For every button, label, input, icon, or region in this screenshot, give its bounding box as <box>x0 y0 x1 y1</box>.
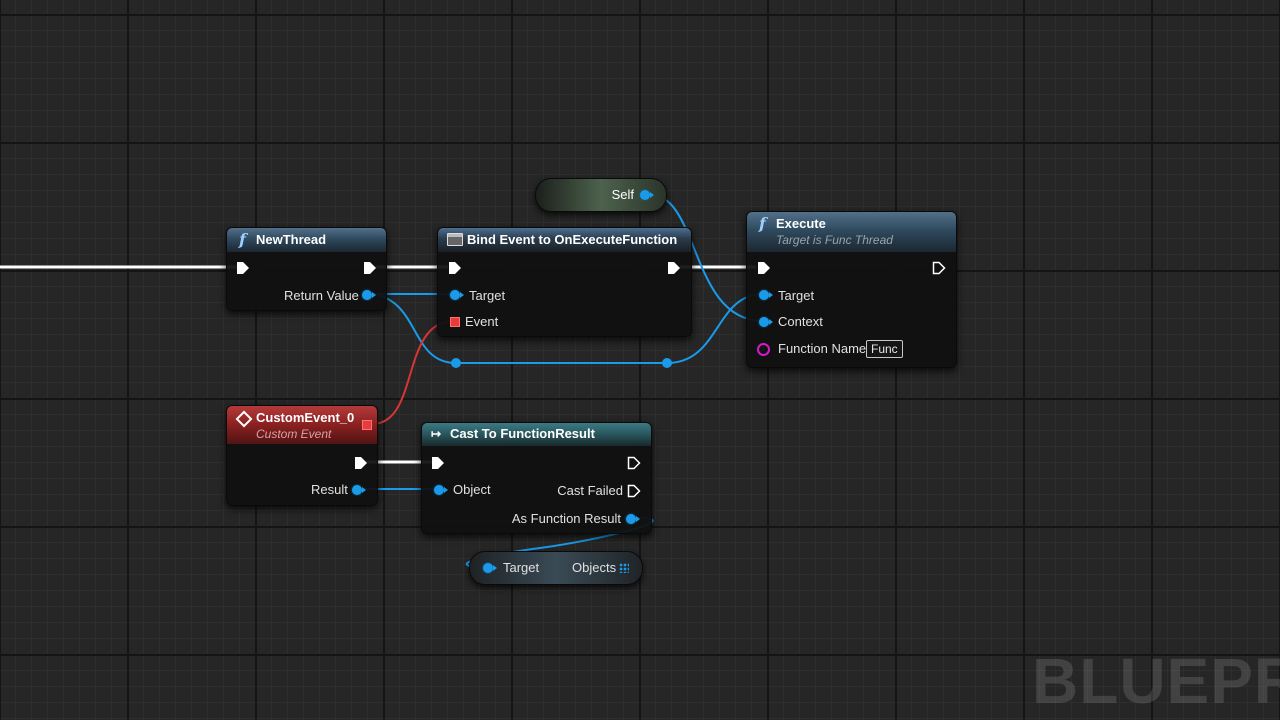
function-icon: f <box>759 214 766 233</box>
object-pin[interactable] <box>434 485 448 495</box>
exec-out-pin[interactable] <box>667 261 681 275</box>
function-icon: f <box>239 230 246 249</box>
function-name-pin[interactable] <box>757 343 770 356</box>
result-pin[interactable] <box>352 485 366 495</box>
return-value-pin[interactable] <box>362 290 376 300</box>
reroute-node <box>662 358 672 368</box>
exec-in-pin[interactable] <box>431 456 445 470</box>
target-label: Target <box>778 288 815 303</box>
exec-out-pin[interactable] <box>354 456 368 470</box>
exec-in-pin[interactable] <box>757 261 771 275</box>
custom-event-title: CustomEvent_0 <box>256 410 355 425</box>
object-label: Object <box>453 482 491 497</box>
exec-in-pin[interactable] <box>448 261 462 275</box>
exec-in-pin[interactable] <box>236 261 250 275</box>
target-pin[interactable] <box>483 563 497 573</box>
exec-out-pin[interactable] <box>932 261 946 275</box>
reroute-node <box>451 358 461 368</box>
cast-node[interactable]: ↦ Cast To FunctionResult Object Cast Fai… <box>421 422 652 534</box>
context-pin[interactable] <box>759 317 773 327</box>
result-label: Result <box>311 482 348 497</box>
get-objects-node[interactable]: Target Objects <box>469 551 643 585</box>
target-pin[interactable] <box>759 290 773 300</box>
custom-event-node[interactable]: CustomEvent_0 Custom Event Result <box>226 405 378 506</box>
delegate-output-pin[interactable] <box>362 420 372 430</box>
cast-failed-label: Cast Failed <box>557 483 623 498</box>
blueprint-watermark: BLUEPRIN <box>1032 645 1280 717</box>
execute-node[interactable]: f Execute Target is Func Thread Target C… <box>746 211 957 368</box>
self-output-pin[interactable] <box>640 190 654 200</box>
newthread-node[interactable]: f NewThread Return Value <box>226 227 387 311</box>
cast-title: Cast To FunctionResult <box>450 426 595 441</box>
array-pin-icon[interactable] <box>619 563 629 573</box>
newthread-title: NewThread <box>256 232 327 247</box>
target-label: Target <box>503 560 540 575</box>
bind-event-node[interactable]: Bind Event to OnExecuteFunction Target E… <box>437 227 692 337</box>
event-label: Event <box>465 314 499 329</box>
execute-title: Execute <box>776 216 826 231</box>
custom-event-subtitle: Custom Event <box>256 427 332 441</box>
cast-failed-pin[interactable] <box>627 484 641 498</box>
objects-label: Objects <box>572 560 617 575</box>
wire-layer <box>0 193 764 569</box>
function-name-label: Function Name <box>778 341 867 356</box>
as-function-result-pin[interactable] <box>626 514 640 524</box>
exec-out-pin[interactable] <box>627 456 641 470</box>
exec-out-pin[interactable] <box>363 261 377 275</box>
target-pin[interactable] <box>450 290 464 300</box>
self-node[interactable]: Self <box>535 178 667 212</box>
return-value-label: Return Value <box>284 288 359 303</box>
function-name-input[interactable]: Func <box>866 340 903 358</box>
delegate-icon <box>447 233 463 246</box>
cast-icon: ↦ <box>431 427 442 441</box>
target-label: Target <box>469 288 506 303</box>
self-label: Self <box>611 187 634 202</box>
bind-event-title: Bind Event to OnExecuteFunction <box>467 232 678 247</box>
execute-subtitle: Target is Func Thread <box>776 233 893 247</box>
as-function-result-label: As Function Result <box>511 511 621 526</box>
event-pin[interactable] <box>450 317 460 327</box>
context-label: Context <box>778 314 823 329</box>
